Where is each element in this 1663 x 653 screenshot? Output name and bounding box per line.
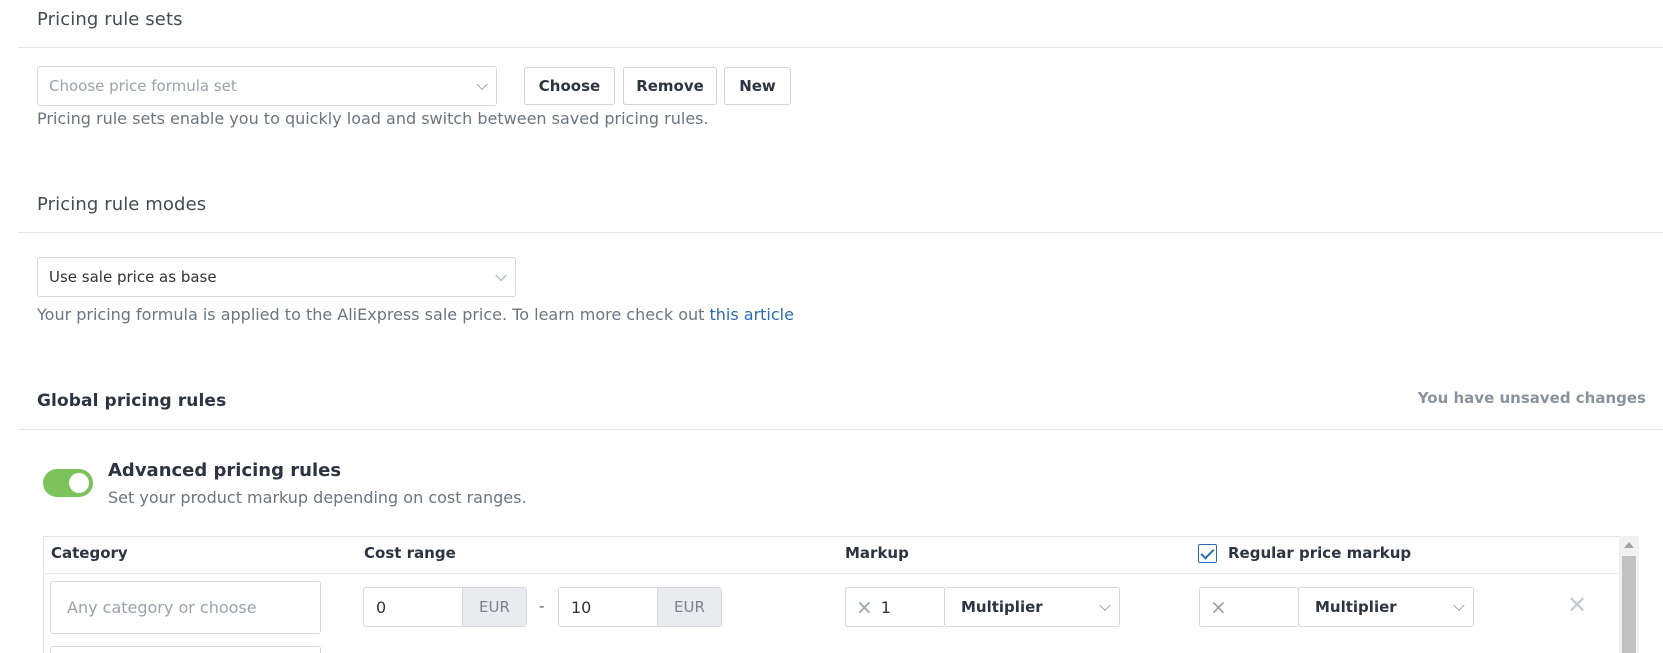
pricing-rule-modes-help: Your pricing formula is applied to the A… xyxy=(37,305,794,324)
this-article-link[interactable]: this article xyxy=(709,305,793,324)
times-icon: × xyxy=(1210,595,1227,619)
pricing-rule-sets-help: Pricing rule sets enable you to quickly … xyxy=(37,109,709,128)
currency-addon: EUR xyxy=(657,588,721,626)
remove-button[interactable]: Remove xyxy=(623,67,717,105)
currency-addon: EUR xyxy=(462,588,526,626)
category-placeholder: Any category or choose xyxy=(67,598,257,617)
new-button[interactable]: New xyxy=(724,67,791,105)
pricing-mode-select[interactable]: Use sale price as base xyxy=(37,257,516,297)
pricing-rule-sets-title: Pricing rule sets xyxy=(37,9,183,30)
regular-price-markup-checkbox[interactable] xyxy=(1198,544,1217,563)
header-category: Category xyxy=(51,544,128,562)
cost-min-value: 0 xyxy=(376,597,387,617)
pricing-rule-modes-help-text: Your pricing formula is applied to the A… xyxy=(37,305,710,324)
chevron-down-icon xyxy=(476,78,488,91)
advanced-pricing-description: Set your product markup depending on cos… xyxy=(108,488,527,507)
markup-value: 1 xyxy=(880,597,891,617)
chevron-down-icon xyxy=(1099,599,1111,612)
global-pricing-rules-title: Global pricing rules xyxy=(37,391,227,411)
markup-type-select[interactable]: Multiplier xyxy=(944,587,1120,627)
divider xyxy=(18,429,1663,430)
unsaved-changes-notice: You have unsaved changes xyxy=(1417,389,1646,407)
header-markup: Markup xyxy=(845,544,909,562)
cost-max-value: 10 xyxy=(571,597,592,617)
cost-min-input[interactable]: 0 EUR xyxy=(363,587,527,627)
regular-markup-type-select[interactable]: Multiplier xyxy=(1298,587,1474,627)
choose-button[interactable]: Choose xyxy=(524,67,615,105)
markup-value-input[interactable]: × 1 xyxy=(845,587,945,627)
times-icon: × xyxy=(856,595,873,619)
regular-markup-value-input[interactable]: × xyxy=(1199,587,1299,627)
markup-type-value: Multiplier xyxy=(961,598,1043,616)
category-input[interactable]: Any category or choose xyxy=(50,581,321,634)
price-formula-set-placeholder: Choose price formula set xyxy=(49,77,237,95)
divider xyxy=(18,47,1663,48)
price-formula-set-select[interactable]: Choose price formula set xyxy=(37,66,497,106)
cost-max-input[interactable]: 10 EUR xyxy=(558,587,722,627)
remove-row-icon[interactable]: ✕ xyxy=(1567,591,1587,619)
divider xyxy=(44,573,1618,574)
advanced-pricing-title: Advanced pricing rules xyxy=(108,460,342,481)
scroll-thumb[interactable] xyxy=(1622,556,1636,653)
chevron-down-icon xyxy=(495,269,507,282)
regular-markup-type-value: Multiplier xyxy=(1315,598,1397,616)
chevron-down-icon xyxy=(1453,599,1465,612)
range-separator: - xyxy=(539,597,545,615)
pricing-rule-modes-title: Pricing rule modes xyxy=(37,194,207,215)
advanced-pricing-toggle[interactable] xyxy=(43,469,93,497)
table-scrollbar[interactable] xyxy=(1619,536,1639,653)
header-cost-range: Cost range xyxy=(364,544,456,562)
header-regular-price-markup: Regular price markup xyxy=(1228,544,1412,562)
toggle-knob xyxy=(69,473,89,493)
divider xyxy=(18,232,1663,233)
category-input-next-row[interactable] xyxy=(50,646,321,653)
pricing-mode-value: Use sale price as base xyxy=(49,268,217,286)
scroll-up-arrow-icon[interactable] xyxy=(1624,542,1634,548)
